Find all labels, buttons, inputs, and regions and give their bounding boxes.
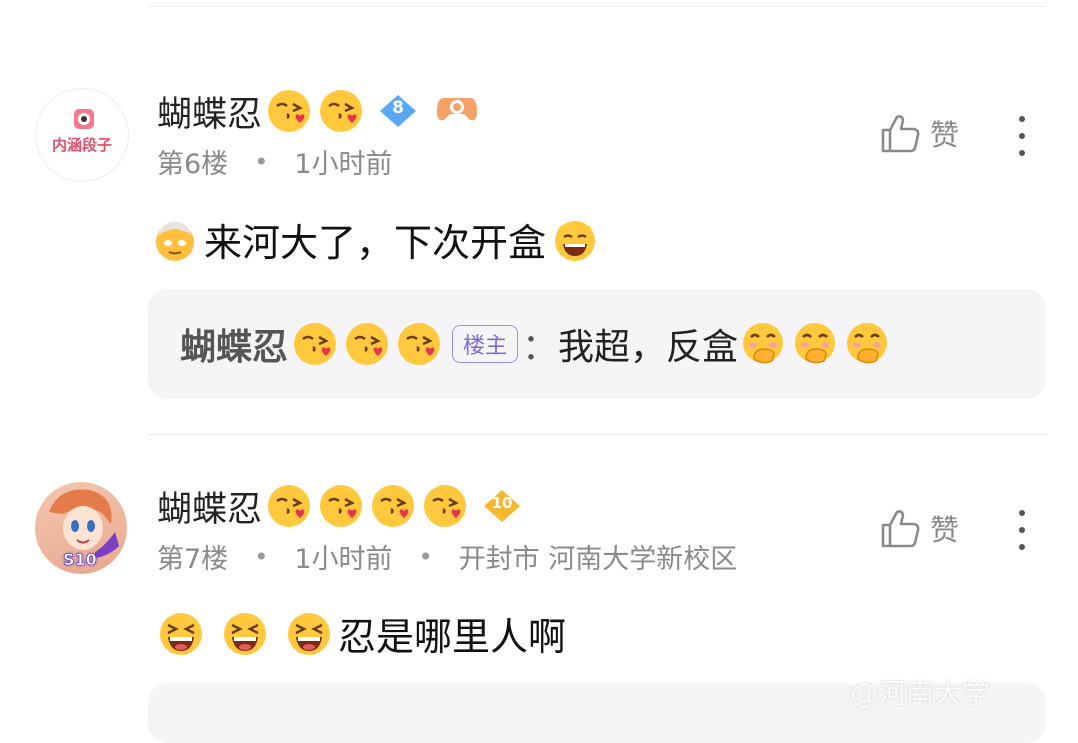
reply-username[interactable]: 蝴蝶忍 (180, 318, 288, 370)
like-label: 赞 (930, 118, 960, 152)
meta-separator: • (254, 542, 269, 571)
avatar-text: 内涵段子 (51, 136, 112, 154)
more-options-icon[interactable] (1018, 510, 1026, 561)
comment-meta: 第6楼 • 1小时前 (157, 142, 393, 181)
comment-text: 来河大了，下次开盒 (204, 221, 547, 265)
user-row: 蝴蝶忍 10 (157, 481, 522, 532)
reply-box[interactable]: 蝴蝶忍 楼主 ： 我超，反盒 (148, 289, 1046, 399)
avatar[interactable]: 内涵段子 (35, 88, 129, 182)
level-number: 8 (392, 98, 404, 118)
level-diamond-badge: 10 (482, 488, 522, 524)
grinning-squint-emoji (222, 611, 268, 657)
star-struck-laughing-emoji (552, 217, 598, 263)
host-tag: 楼主 (452, 325, 519, 363)
meta-separator: • (254, 147, 269, 176)
old-man-emoji (152, 217, 198, 263)
comment-meta: 第7楼 • 1小时前 • 开封市 河南大学新校区 (157, 537, 737, 576)
username[interactable]: 蝴蝶忍 (157, 86, 262, 137)
like-button[interactable]: 赞 (880, 112, 959, 154)
like-label: 赞 (930, 513, 960, 547)
kissing-heart-emoji (266, 483, 312, 529)
like-button[interactable]: 赞 (880, 507, 959, 549)
comment-content: 忍是哪里人啊 (158, 606, 566, 661)
kissing-heart-emoji (266, 88, 312, 134)
floor-number: 第7楼 (157, 544, 229, 575)
hand-over-mouth-emoji (792, 321, 838, 367)
comment-content: 来河大了，下次开盒 (152, 212, 604, 267)
meta-separator: • (418, 542, 433, 571)
kissing-heart-emoji (318, 483, 364, 529)
divider-top (148, 6, 1046, 7)
thumbs-up-icon (881, 510, 920, 548)
comment-text: 忍是哪里人啊 (338, 615, 567, 659)
username[interactable]: 蝴蝶忍 (157, 481, 262, 532)
avatar-rank-badge: S10 (63, 550, 97, 570)
hand-over-mouth-emoji (844, 321, 890, 367)
kissing-heart-emoji (318, 88, 364, 134)
grinning-squint-emoji (158, 611, 204, 657)
grinning-squint-emoji (286, 611, 332, 657)
user-row: 蝴蝶忍 8 (157, 86, 478, 137)
level-number: 10 (491, 494, 513, 512)
level-diamond-badge: 8 (378, 93, 418, 129)
kissing-heart-emoji (422, 483, 468, 529)
post-location: 开封市 河南大学新校区 (458, 544, 738, 575)
post-time: 1小时前 (294, 149, 393, 180)
avatar[interactable]: S10 (35, 482, 127, 574)
comment-divider (148, 434, 1046, 435)
kissing-heart-emoji (370, 483, 416, 529)
more-options-icon[interactable] (1018, 116, 1026, 167)
reply-separator: ： (522, 327, 559, 368)
kissing-heart-emoji (344, 321, 390, 367)
game-controller-icon (436, 92, 478, 130)
floor-number: 第6楼 (157, 149, 229, 180)
kissing-heart-emoji (292, 321, 338, 367)
thumbs-up-icon (881, 115, 920, 153)
hand-over-mouth-emoji (740, 321, 786, 367)
kissing-heart-emoji (396, 321, 442, 367)
post-time: 1小时前 (294, 544, 393, 575)
reply-text: 我超，反盒 (558, 327, 739, 368)
watermark: @河南大学 (850, 677, 991, 710)
